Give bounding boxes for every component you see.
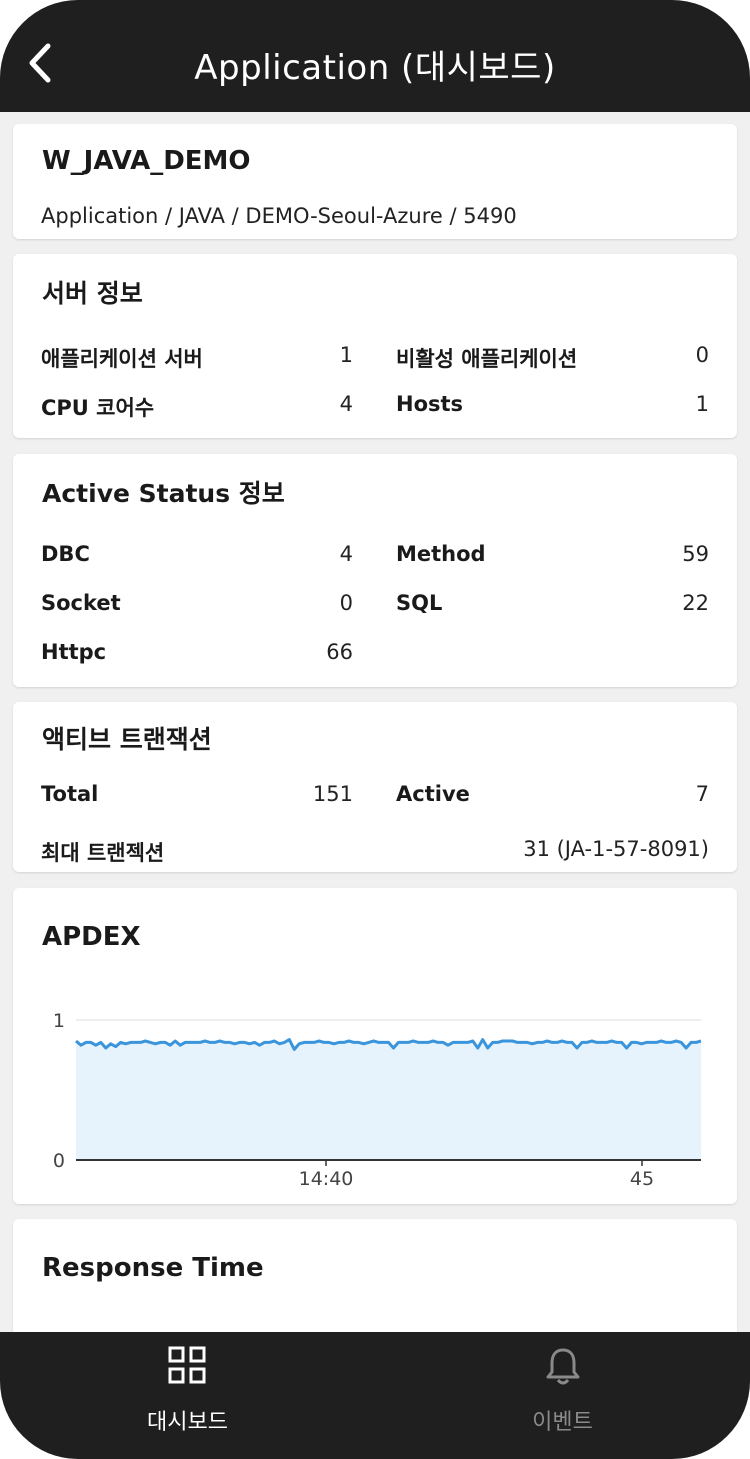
active-status-card: Active Status 정보 DBC 4 Method 59 Socket … <box>13 454 737 687</box>
active-label: Active <box>396 782 470 806</box>
nav-dashboard-label: 대시보드 <box>147 1410 228 1435</box>
x-tick-label: 45 <box>630 1168 654 1190</box>
max-transaction-label: 최대 트랜젝션 <box>41 841 165 865</box>
socket-value: 0 <box>339 591 353 615</box>
nav-dashboard[interactable]: 대시보드 <box>0 1332 375 1459</box>
active-transactions-title: 액티브 트랜잭션 <box>42 725 212 754</box>
phone-screen: Application (대시보드) W_JAVA_DEMO Applicati… <box>0 0 750 1459</box>
app-server-value: 1 <box>339 343 353 367</box>
httpc-label: Httpc <box>41 640 107 664</box>
inactive-app-label: 비활성 애플리케이션 <box>396 347 578 371</box>
dbc-value: 4 <box>339 542 353 566</box>
apdex-area <box>76 1039 701 1160</box>
method-value: 59 <box>682 542 709 566</box>
x-tick-label: 14:40 <box>299 1168 354 1190</box>
sql-value: 22 <box>682 591 709 615</box>
nav-events-label: 이벤트 <box>532 1410 593 1435</box>
y-tick-label-max: 1 <box>53 1010 65 1032</box>
page-title: Application (대시보드) <box>194 48 556 88</box>
httpc-value: 66 <box>326 640 353 664</box>
apdex-chart: 1 0 14:40 45 <box>53 1010 702 1190</box>
server-info-title: 서버 정보 <box>42 279 143 308</box>
apdex-card: APDEX 1 0 14:40 45 <box>13 888 737 1204</box>
bottom-navigation: 대시보드 이벤트 <box>0 1332 750 1459</box>
server-info-card: 서버 정보 애플리케이션 서버 1 비활성 애플리케이션 0 CPU 코어수 4… <box>13 254 737 438</box>
app-server-label: 애플리케이션 서버 <box>41 347 203 371</box>
active-status-title: Active Status 정보 <box>42 479 285 508</box>
app-path-breadcrumb: Application / JAVA / DEMO-Seoul-Azure / … <box>41 204 517 228</box>
method-label: Method <box>396 542 486 566</box>
cpu-cores-label: CPU 코어수 <box>41 396 155 420</box>
max-transaction-value: 31 (JA-1-57-8091) <box>523 837 709 861</box>
socket-label: Socket <box>41 591 121 615</box>
total-label: Total <box>41 782 99 806</box>
dashboard-grid-icon <box>168 1346 206 1384</box>
bell-icon <box>546 1348 580 1385</box>
y-tick-label-min: 0 <box>53 1150 65 1172</box>
cpu-cores-value: 4 <box>339 392 353 416</box>
inactive-app-value: 0 <box>695 343 709 367</box>
active-value: 7 <box>695 782 709 806</box>
sql-label: SQL <box>396 591 443 615</box>
nav-events[interactable]: 이벤트 <box>375 1332 750 1459</box>
active-transactions-card: 액티브 트랜잭션 Total 151 Active 7 최대 트랜젝션 31 (… <box>13 702 737 872</box>
top-app-bar: Application (대시보드) <box>0 0 750 112</box>
total-value: 151 <box>312 782 353 806</box>
app-info-card: W_JAVA_DEMO Application / JAVA / DEMO-Se… <box>13 124 737 239</box>
app-name: W_JAVA_DEMO <box>42 146 251 176</box>
hosts-value: 1 <box>695 392 709 416</box>
response-time-title: Response Time <box>42 1253 264 1283</box>
hosts-label: Hosts <box>396 392 464 416</box>
dbc-label: DBC <box>41 542 90 566</box>
